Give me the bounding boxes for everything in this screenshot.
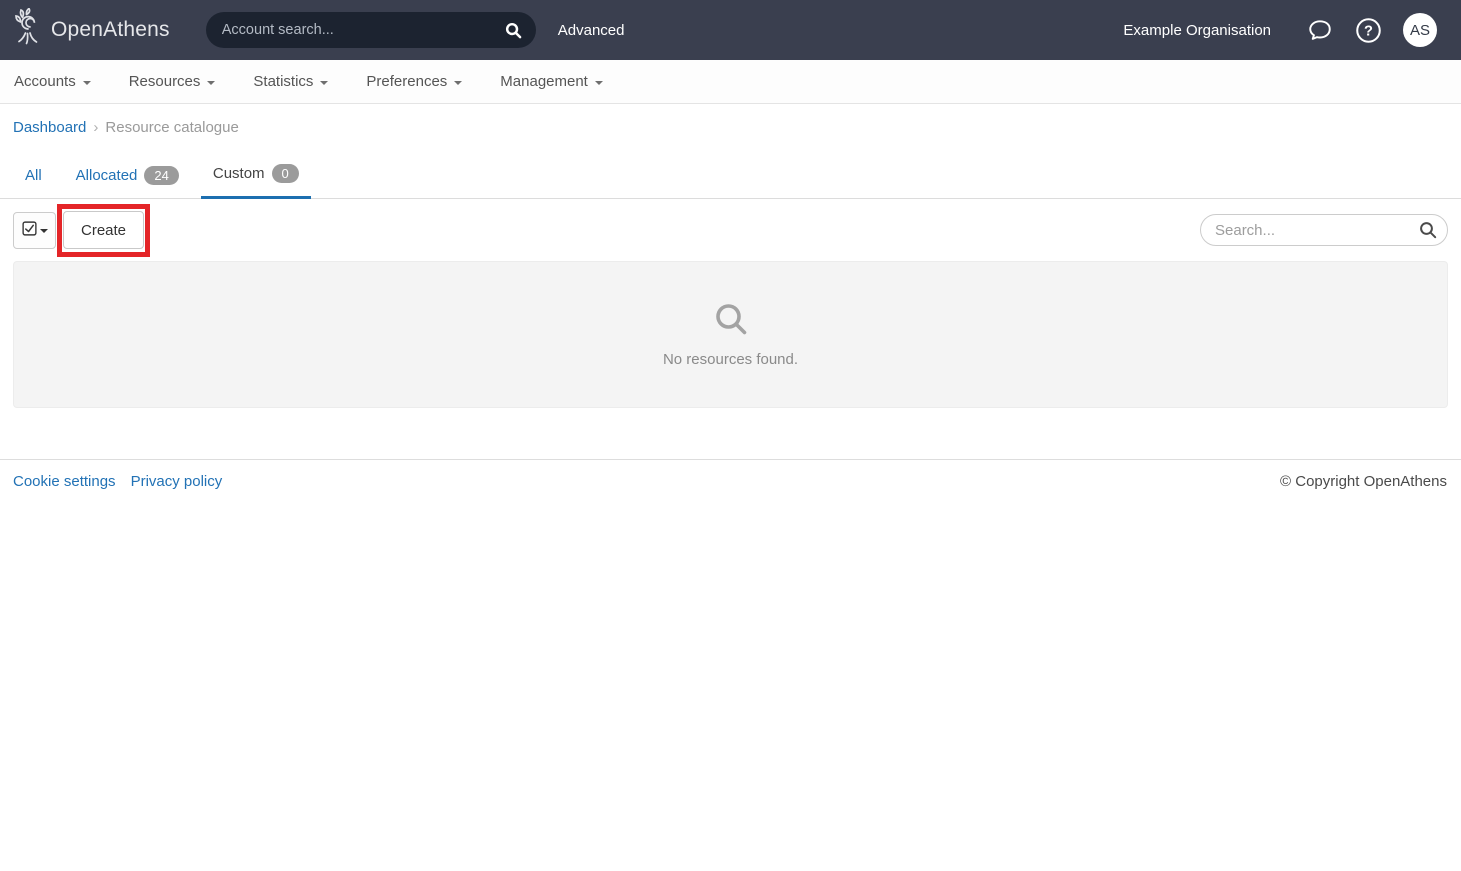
chevron-down-icon bbox=[40, 229, 48, 233]
checkbox-icon bbox=[22, 221, 37, 239]
organisation-name: Example Organisation bbox=[1123, 22, 1271, 39]
nav-item-management[interactable]: Management bbox=[500, 73, 603, 90]
cookie-settings-link[interactable]: Cookie settings bbox=[13, 473, 116, 490]
chevron-down-icon bbox=[454, 81, 462, 85]
account-search-icon[interactable] bbox=[500, 16, 528, 44]
nav-item-statistics[interactable]: Statistics bbox=[253, 73, 328, 90]
chevron-down-icon bbox=[320, 81, 328, 85]
resource-search-input[interactable] bbox=[1215, 222, 1415, 239]
resource-search-icon[interactable] bbox=[1415, 217, 1441, 243]
user-avatar[interactable]: AS bbox=[1403, 13, 1437, 47]
chevron-down-icon bbox=[207, 81, 215, 85]
allocated-count-badge: 24 bbox=[144, 166, 178, 185]
nav-item-accounts[interactable]: Accounts bbox=[14, 73, 91, 90]
nav-item-preferences[interactable]: Preferences bbox=[366, 73, 462, 90]
tab-all[interactable]: All bbox=[13, 164, 54, 199]
advanced-search-link[interactable]: Advanced bbox=[558, 22, 625, 39]
custom-count-badge: 0 bbox=[272, 164, 299, 183]
resource-search-box bbox=[1200, 214, 1448, 246]
breadcrumb: Dashboard › Resource catalogue bbox=[0, 104, 1461, 136]
breadcrumb-separator: › bbox=[93, 119, 98, 136]
toolbar: Create bbox=[13, 211, 1448, 249]
help-icon[interactable]: ? bbox=[1353, 15, 1383, 45]
empty-results-panel: No resources found. bbox=[13, 261, 1448, 408]
header-right: Example Organisation ? AS bbox=[1123, 13, 1437, 47]
empty-state-message: No resources found. bbox=[663, 351, 798, 368]
bulk-select-dropdown[interactable] bbox=[13, 212, 56, 249]
openathens-logo[interactable]: OpenAthens bbox=[14, 8, 170, 53]
privacy-policy-link[interactable]: Privacy policy bbox=[131, 473, 223, 490]
create-button-wrap: Create bbox=[63, 211, 144, 249]
nav-item-resources[interactable]: Resources bbox=[129, 73, 216, 90]
account-search-box bbox=[206, 12, 536, 48]
breadcrumb-dashboard-link[interactable]: Dashboard bbox=[13, 119, 86, 136]
account-search-input[interactable] bbox=[222, 22, 500, 38]
chevron-down-icon bbox=[83, 81, 91, 85]
resource-tabs: All Allocated 24 Custom 0 bbox=[0, 164, 1461, 199]
svg-text:?: ? bbox=[1364, 23, 1373, 39]
main-nav: Accounts Resources Statistics Preference… bbox=[0, 60, 1461, 104]
create-button[interactable]: Create bbox=[63, 211, 144, 249]
search-icon-large bbox=[713, 301, 749, 342]
logo-text: OpenAthens bbox=[51, 18, 170, 42]
openathens-logo-icon bbox=[14, 8, 44, 53]
chat-icon[interactable] bbox=[1305, 15, 1335, 45]
breadcrumb-current-page: Resource catalogue bbox=[105, 119, 238, 136]
page-footer: Cookie settings Privacy policy © Copyrig… bbox=[0, 459, 1461, 490]
top-header: OpenAthens Advanced Example Organisation… bbox=[0, 0, 1461, 60]
copyright-text: © Copyright OpenAthens bbox=[1280, 473, 1447, 490]
tab-custom[interactable]: Custom 0 bbox=[201, 164, 311, 199]
tab-allocated[interactable]: Allocated 24 bbox=[64, 164, 191, 199]
chevron-down-icon bbox=[595, 81, 603, 85]
